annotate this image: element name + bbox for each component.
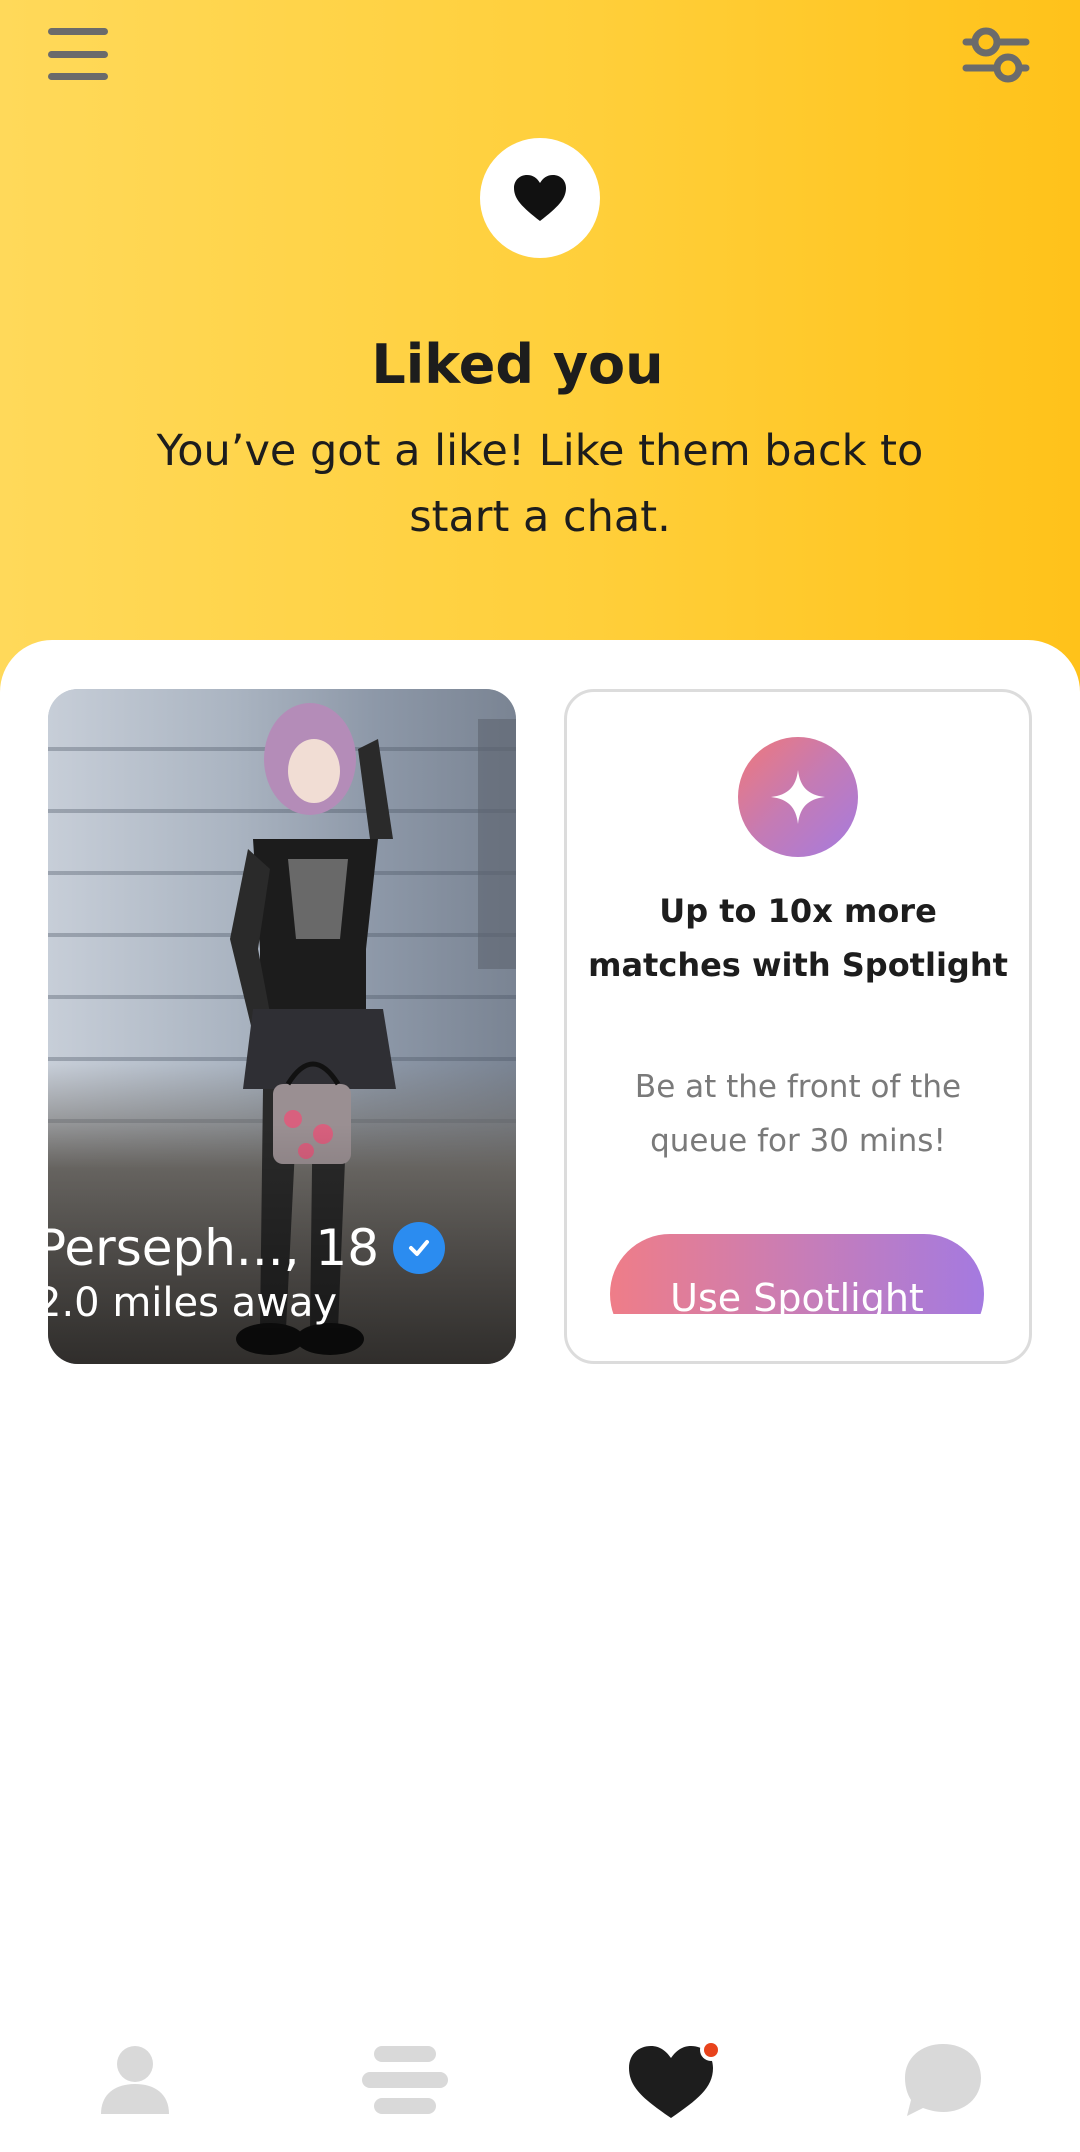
chat-bubble-icon	[905, 2044, 981, 2116]
use-spotlight-button[interactable]: Use Spotlight	[610, 1234, 984, 1314]
use-spotlight-button-label: Use Spotlight	[670, 1276, 924, 1314]
nav-liked-you-tab[interactable]	[620, 2025, 730, 2135]
heart-badge	[480, 138, 600, 258]
nav-chats-tab[interactable]	[888, 2025, 998, 2135]
hamburger-menu-icon[interactable]	[46, 24, 110, 84]
spotlight-title: Up to 10x more matches with Spotlight	[588, 892, 1008, 984]
page-title: Liked you	[371, 333, 664, 396]
verified-check-svg	[409, 1240, 430, 1256]
nav-profile-tab[interactable]	[80, 2025, 190, 2135]
header: Liked you You’ve got a like! Like them b…	[0, 0, 1080, 700]
profile-name-age: Perseph..., 18	[36, 1219, 380, 1277]
sparkle-icon	[738, 737, 858, 857]
liked-you-heart-icon	[629, 2039, 722, 2118]
menu-line	[48, 50, 108, 58]
liked-you-screen: Liked you You’ve got a like! Like them b…	[0, 0, 1080, 2152]
nav-discover-tab[interactable]	[350, 2025, 460, 2135]
menu-line	[48, 28, 108, 35]
spotlight-button-clip: Use Spotlight	[610, 1234, 990, 1314]
sparkle-svg	[771, 770, 825, 824]
profile-distance: 2.0 miles away	[36, 1280, 338, 1326]
spotlight-description: Be at the front of the queue for 30 mins…	[634, 1069, 962, 1159]
menu-line	[48, 73, 108, 80]
filter-sliders-svg	[962, 27, 1030, 83]
heart-icon	[514, 175, 566, 221]
profile-icon	[101, 2046, 169, 2114]
filter-sliders-icon[interactable]	[958, 16, 1038, 96]
notification-dot	[704, 2043, 718, 2057]
page-subtitle: You’ve got a like! Like them back to sta…	[156, 426, 924, 542]
profile-name-row: Perseph..., 18	[36, 1213, 446, 1283]
discover-icon	[362, 2046, 448, 2114]
verified-check-icon	[393, 1222, 446, 1274]
